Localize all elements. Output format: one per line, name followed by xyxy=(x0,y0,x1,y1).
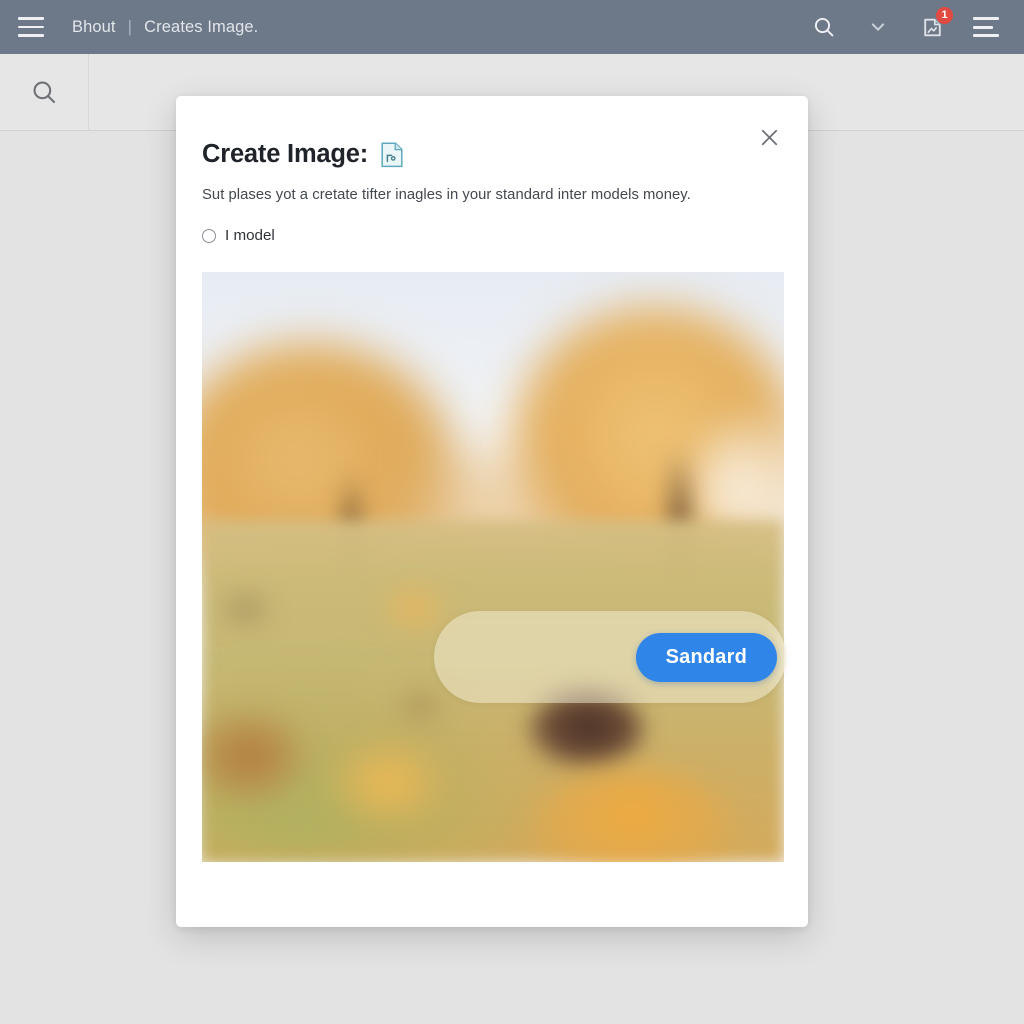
list-menu-button[interactable] xyxy=(972,13,1000,41)
subbar-search-button[interactable] xyxy=(0,53,89,131)
modal-description: Sut plases yot a cretate tifter inagles … xyxy=(202,187,691,203)
standard-button[interactable]: Sandard xyxy=(635,632,777,682)
search-button[interactable] xyxy=(810,13,838,41)
list-menu-icon xyxy=(973,17,999,37)
breadcrumb-root[interactable]: Bhout xyxy=(72,18,116,37)
document-image-icon xyxy=(381,141,403,167)
image-flower-blob xyxy=(376,578,453,638)
image-flower-blob xyxy=(330,738,447,827)
hamburger-line xyxy=(18,34,44,37)
notification-badge: 1 xyxy=(936,7,953,24)
image-preview-container: Sandard xyxy=(202,272,786,862)
close-icon xyxy=(761,129,777,145)
close-button[interactable] xyxy=(754,122,784,152)
generated-image[interactable] xyxy=(202,272,784,862)
image-overlay-bar: Sandard xyxy=(434,611,786,703)
list-line xyxy=(973,25,993,29)
hamburger-line xyxy=(18,17,44,20)
breadcrumb-separator: | xyxy=(127,17,133,36)
model-radio-label: I model xyxy=(225,227,275,244)
modal-title-text: Create Image: xyxy=(202,140,369,168)
image-dark-speck xyxy=(399,690,441,721)
search-icon xyxy=(814,17,834,37)
radio-button-icon[interactable] xyxy=(202,228,216,243)
chevron-down-icon xyxy=(871,23,885,31)
page-title: Create Image: xyxy=(202,96,782,169)
hamburger-line xyxy=(18,25,44,29)
breadcrumb-current[interactable]: Creates Image. xyxy=(144,18,258,37)
list-line xyxy=(973,17,999,20)
top-header-bar: Bhout | Creates Image. 1 xyxy=(0,0,1024,54)
image-dark-speck xyxy=(219,590,272,626)
breadcrumb: Bhout | Creates Image. xyxy=(72,17,258,37)
dropdown-button[interactable] xyxy=(864,13,892,41)
search-icon xyxy=(33,81,56,104)
model-radio-option[interactable]: I model xyxy=(202,227,782,244)
list-line xyxy=(973,34,999,37)
notifications-button[interactable]: 1 xyxy=(918,7,953,41)
header-actions: 1 xyxy=(810,7,1000,41)
app-root: Bhout | Creates Image. 1 Create Image: S… xyxy=(0,0,1024,1024)
hamburger-menu-icon[interactable] xyxy=(18,17,44,37)
